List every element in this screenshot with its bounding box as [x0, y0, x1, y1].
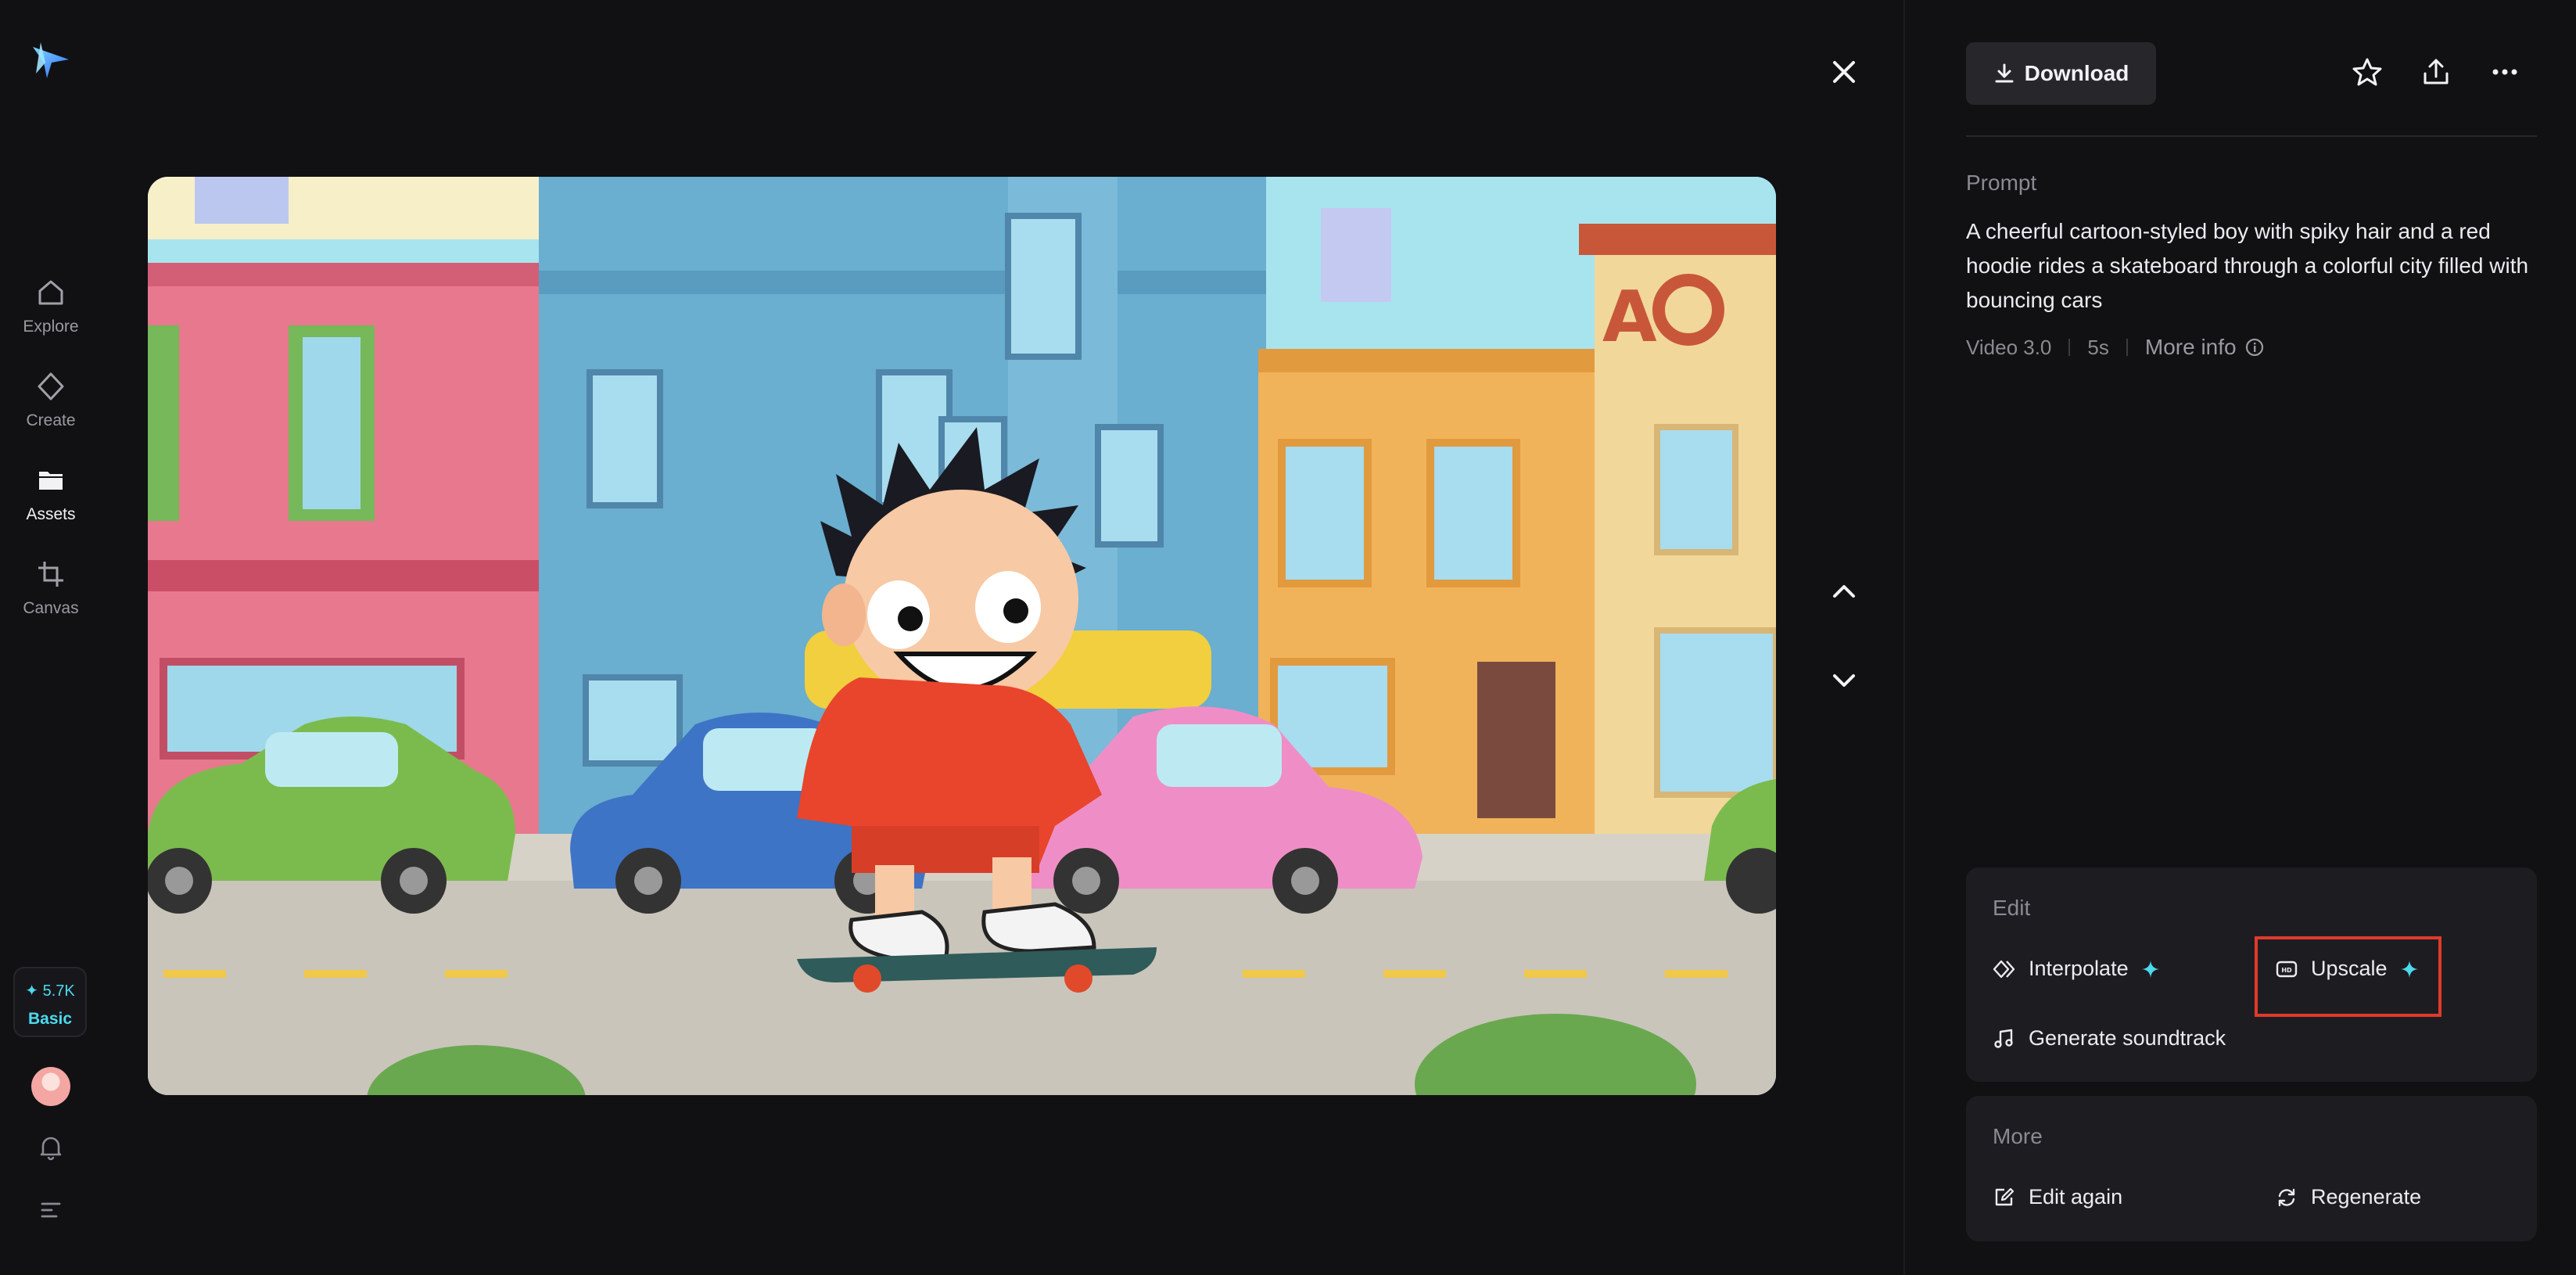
bell-icon[interactable] — [34, 1131, 67, 1164]
video-preview[interactable]: A — [148, 177, 1776, 1095]
folder-icon — [34, 463, 68, 497]
prompt-label: Prompt — [1966, 171, 2036, 196]
avatar[interactable] — [31, 1067, 70, 1106]
sidebar-item-create[interactable]: Create — [0, 369, 102, 430]
edit-again-button[interactable]: Edit again — [1993, 1185, 2122, 1209]
share-icon[interactable] — [2419, 55, 2453, 89]
sidebar-item-assets[interactable]: Assets — [0, 463, 102, 524]
chevron-up-icon[interactable] — [1827, 574, 1861, 609]
meta-separator — [2068, 339, 2070, 356]
interpolate-icon — [1993, 957, 2016, 981]
generate-soundtrack-button[interactable]: Generate soundtrack — [1993, 1026, 2226, 1051]
home-icon — [34, 275, 68, 310]
edit-again-label: Edit again — [2029, 1185, 2122, 1209]
cartoon-video-frame: A — [148, 177, 1776, 1095]
credits-amount: ✦ 5.7K — [15, 981, 85, 1000]
download-icon — [1993, 63, 2015, 84]
upscale-highlight-box — [2255, 936, 2441, 1017]
more-info-link[interactable]: More info — [2145, 335, 2265, 360]
crop-icon — [34, 557, 68, 591]
sidebar-item-label: Assets — [0, 505, 102, 524]
regenerate-icon — [2275, 1186, 2298, 1209]
menu-icon[interactable] — [34, 1194, 67, 1227]
download-button[interactable]: Download — [1966, 42, 2156, 105]
header-divider — [1966, 135, 2537, 137]
music-note-icon — [1993, 1027, 2016, 1051]
generation-meta: Video 3.0 5s More info — [1966, 335, 2265, 360]
sidebar-item-label: Create — [0, 411, 102, 430]
app-logo-icon[interactable] — [30, 39, 72, 81]
video-duration: 5s — [2087, 336, 2108, 360]
regenerate-label: Regenerate — [2311, 1185, 2421, 1209]
edit-card: Edit Interpolate HD Upscale Generate sou… — [1966, 867, 2537, 1082]
interpolate-label: Interpolate — [2029, 957, 2129, 981]
model-name: Video 3.0 — [1966, 336, 2051, 360]
download-label: Download — [2025, 61, 2129, 86]
info-icon — [2244, 337, 2265, 357]
left-rail: Explore Create Assets Canvas ✦ 5.7K Basi… — [0, 0, 102, 1275]
sparkle-icon — [2141, 960, 2160, 979]
sidebar-item-label: Explore — [0, 318, 102, 336]
star-icon[interactable] — [2350, 55, 2384, 89]
sidebar-item-canvas[interactable]: Canvas — [0, 557, 102, 618]
chevron-down-icon[interactable] — [1827, 663, 1861, 698]
generate-soundtrack-label: Generate soundtrack — [2029, 1026, 2226, 1051]
edit-card-title: Edit — [1993, 896, 2030, 921]
close-icon[interactable] — [1827, 55, 1861, 89]
more-options-icon[interactable] — [2488, 55, 2522, 89]
edit-icon — [1993, 1186, 2016, 1209]
sidebar-item-label: Canvas — [0, 599, 102, 618]
meta-separator — [2126, 339, 2128, 356]
diamond-icon — [34, 369, 68, 404]
credits-badge[interactable]: ✦ 5.7K Basic — [13, 967, 87, 1037]
plan-name: Basic — [15, 1010, 85, 1029]
panel-divider — [1903, 0, 1905, 1275]
interpolate-button[interactable]: Interpolate — [1993, 957, 2160, 981]
more-card: More Edit again Regenerate — [1966, 1096, 2537, 1241]
prompt-text: A cheerful cartoon-styled boy with spiky… — [1966, 214, 2537, 318]
more-card-title: More — [1993, 1124, 2043, 1149]
regenerate-button[interactable]: Regenerate — [2275, 1185, 2421, 1209]
sidebar-item-explore[interactable]: Explore — [0, 275, 102, 336]
more-info-label: More info — [2145, 335, 2237, 360]
svg-text:A: A — [1602, 276, 1657, 358]
